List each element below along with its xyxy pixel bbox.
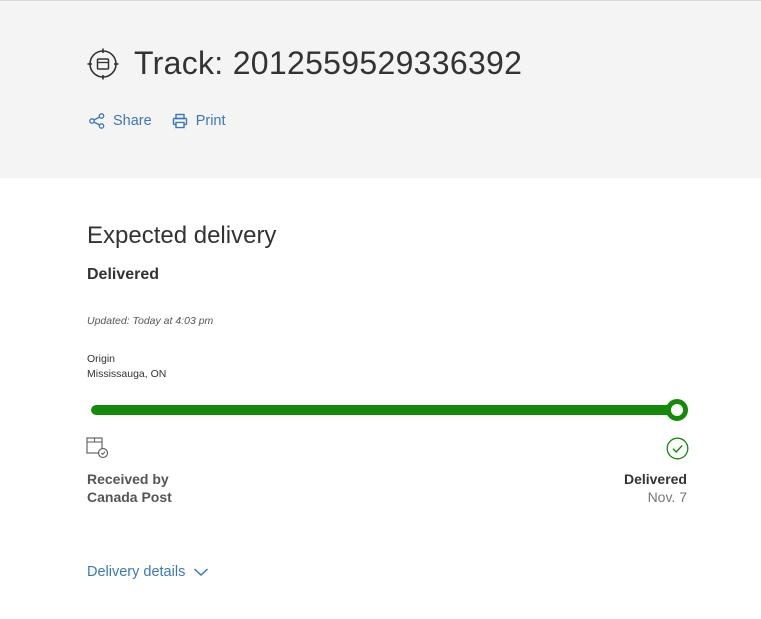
received-by-status: Received by Canada Post <box>87 470 172 506</box>
check-circle-icon <box>666 437 689 460</box>
target-package-icon <box>87 48 119 79</box>
expected-delivery-heading: Expected delivery <box>87 222 277 249</box>
share-button[interactable]: Share <box>89 113 152 129</box>
tracking-number: 2012559529336392 <box>232 45 523 81</box>
header-actions: Share Print <box>89 113 246 129</box>
origin-label: Origin <box>87 353 116 365</box>
package-received-icon <box>86 437 109 459</box>
progress-fill <box>91 405 683 415</box>
received-line2: Canada Post <box>87 489 172 505</box>
printer-icon <box>172 113 187 129</box>
share-label: Share <box>113 113 152 129</box>
title-row: Track: 2012559529336392 <box>87 45 522 82</box>
progress-end-marker <box>666 399 688 421</box>
updated-timestamp: Updated: Today at 4:03 pm <box>87 315 214 327</box>
share-icon <box>89 113 105 129</box>
print-button[interactable]: Print <box>172 113 226 129</box>
delivery-details-toggle[interactable]: Delivery details <box>87 564 209 580</box>
delivered-line1: Delivered <box>623 471 687 487</box>
title-prefix: Track: <box>134 45 233 81</box>
delivered-status: Delivered Nov. 7 <box>624 470 687 506</box>
received-line1: Received by <box>87 471 169 487</box>
print-label: Print <box>195 113 226 129</box>
delivered-date: Nov. 7 <box>647 489 687 505</box>
origin-value: Mississauga, ON <box>87 368 167 380</box>
delivery-status: Delivered <box>87 266 160 283</box>
chevron-down-icon <box>194 568 209 577</box>
page-title: Track: 2012559529336392 <box>134 45 522 82</box>
tracking-header: Track: 2012559529336392 Share Print <box>0 0 761 178</box>
delivery-details-label: Delivery details <box>87 564 186 580</box>
progress-bar <box>91 405 683 415</box>
